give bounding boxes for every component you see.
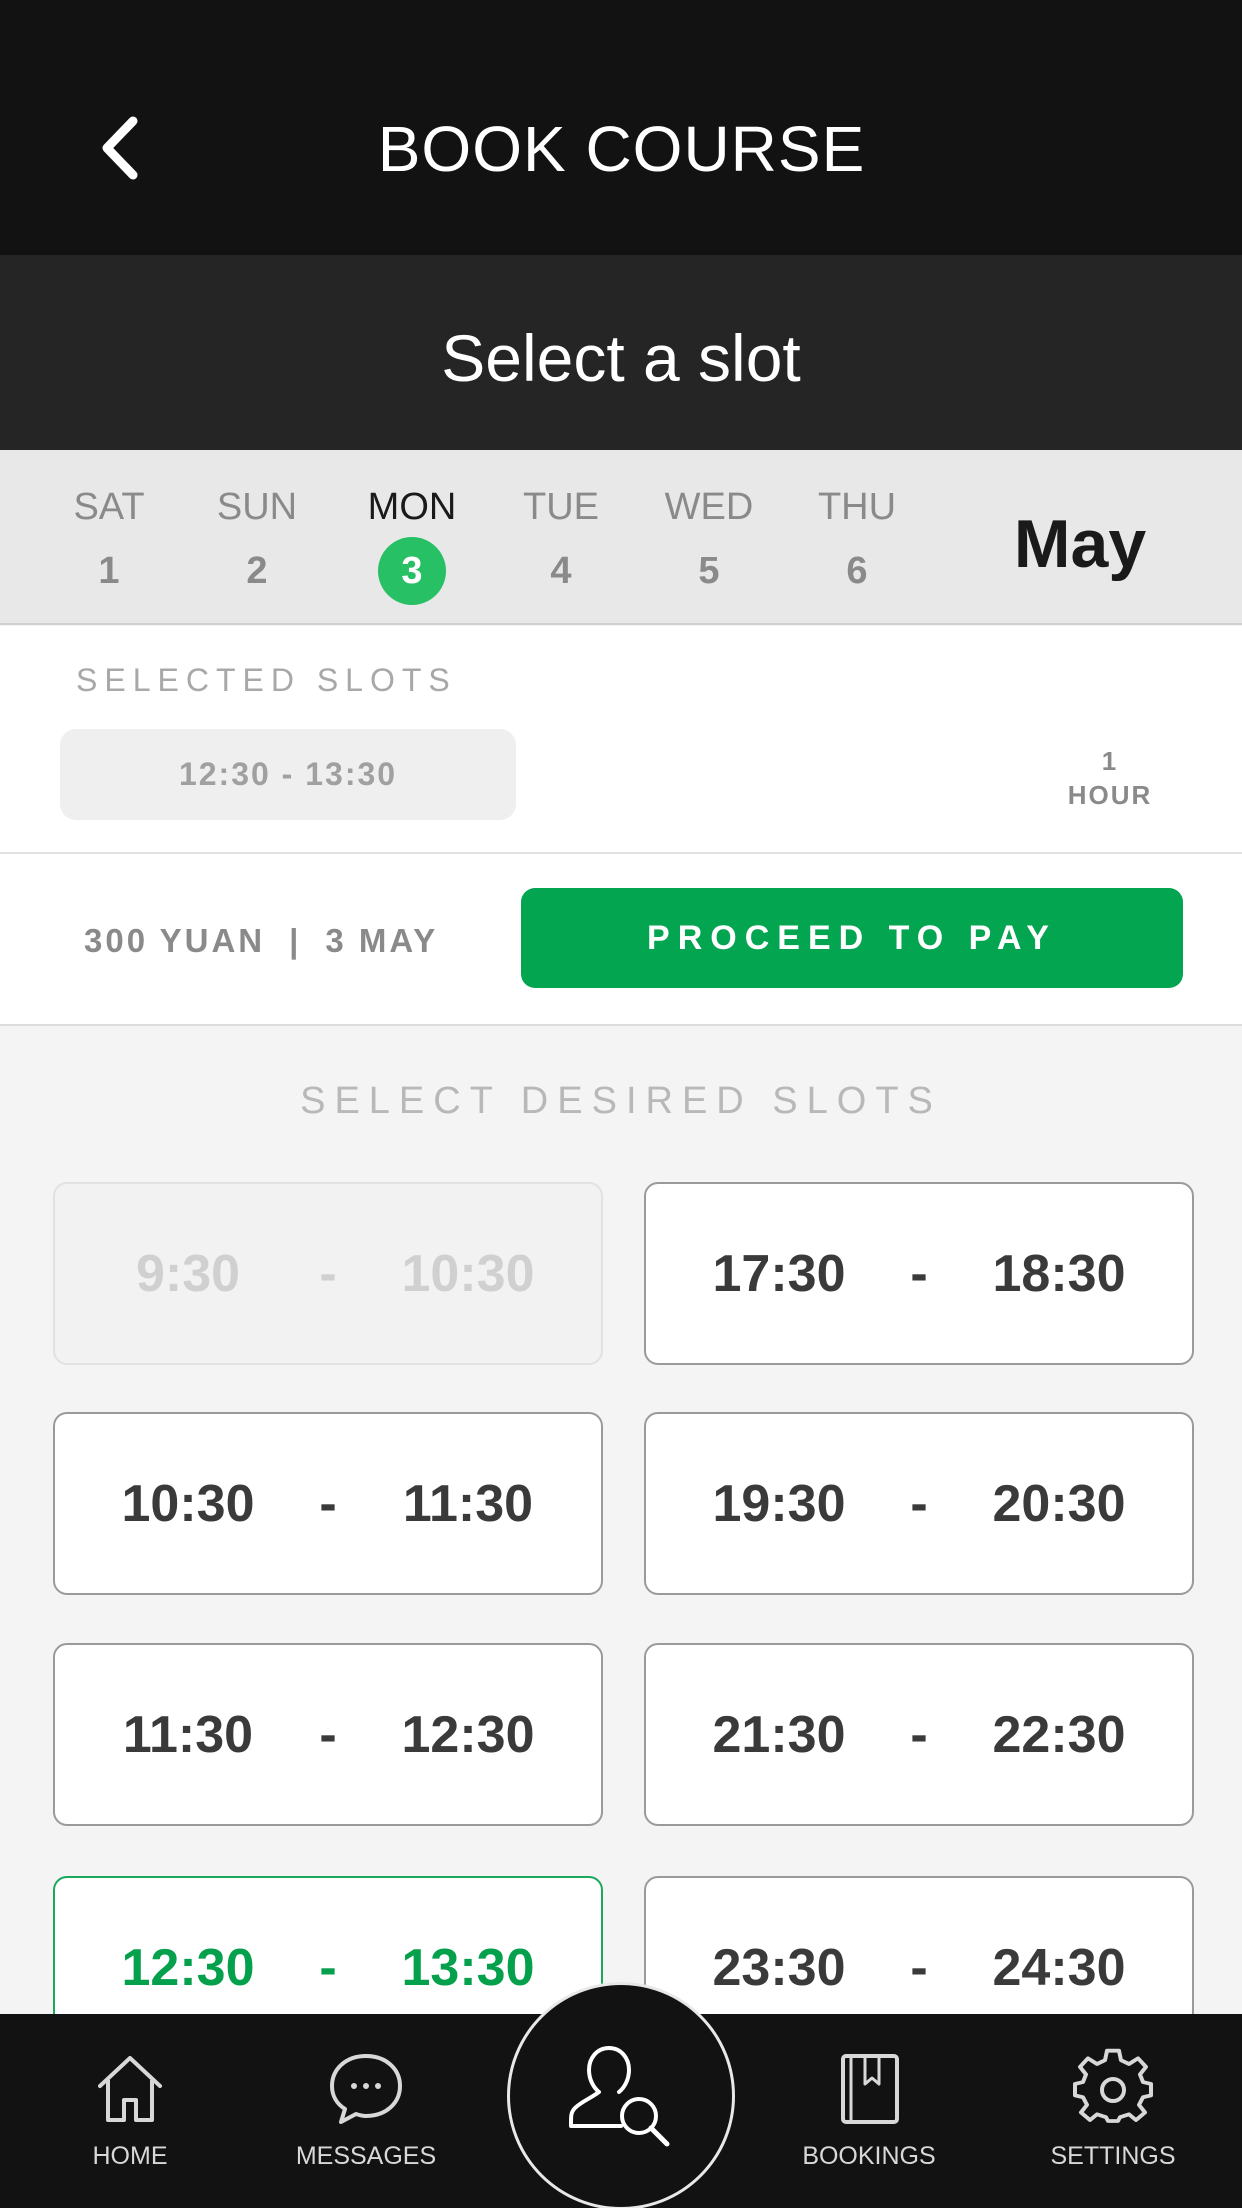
day-item-mon[interactable]: MON 3 (352, 483, 472, 605)
slot-option[interactable]: 17:30 - 18:30 (644, 1182, 1194, 1365)
slot-start: 10:30 (121, 1474, 255, 1533)
duration-label: 1 HOUR (1040, 744, 1180, 812)
price-summary: 300 YUAN | 3 MAY (84, 922, 438, 960)
nav-label: BOOKINGS (802, 2142, 936, 2170)
selected-slot-chip[interactable]: 12:30 - 13:30 (60, 729, 516, 820)
price-amount: 300 YUAN (84, 922, 266, 959)
nav-messages[interactable]: MESSAGES (256, 2048, 476, 2171)
slot-start: 9:30 (135, 1244, 241, 1303)
slot-end: 20:30 (992, 1474, 1126, 1533)
subheader-title: Select a slot (441, 321, 801, 395)
slot-end: 24:30 (992, 1938, 1126, 1997)
day-name: SUN (216, 486, 298, 528)
slot-end: 12:30 (401, 1705, 535, 1764)
slot-start: 19:30 (712, 1474, 846, 1533)
nav-label: MESSAGES (295, 2142, 437, 2170)
slot-option[interactable]: 21:30 - 22:30 (644, 1643, 1194, 1826)
nav-label: SETTINGS (1050, 2142, 1176, 2170)
day-name: MON (367, 486, 457, 528)
user-search-icon (569, 2046, 670, 2147)
nav-settings[interactable]: SETTINGS (1003, 2048, 1223, 2171)
nav-home[interactable]: HOME (20, 2048, 240, 2171)
home-icon (98, 2056, 162, 2122)
day-name: THU (817, 486, 897, 528)
day-item-sat[interactable]: SAT 1 (49, 483, 169, 605)
day-number: 5 (698, 550, 720, 592)
page-title: BOOK COURSE (377, 113, 866, 185)
slot-dash: - (910, 1474, 928, 1533)
slot-end: 18:30 (992, 1244, 1126, 1303)
slot-dash: - (910, 1938, 928, 1997)
day-number: 4 (550, 550, 572, 592)
slot-option[interactable]: 10:30 - 11:30 (53, 1412, 603, 1595)
select-desired-slots-label: SELECT DESIRED SLOTS (300, 1080, 942, 1122)
find-coach-button[interactable] (507, 1982, 735, 2208)
duration-value: 1 (1101, 746, 1119, 776)
day-number: 2 (246, 550, 268, 592)
proceed-to-pay-button[interactable]: PROCEED TO PAY (521, 888, 1183, 988)
duration-unit: HOUR (1067, 780, 1153, 810)
slot-option[interactable]: 11:30 - 12:30 (53, 1643, 603, 1826)
slot-option-disabled: 9:30 - 10:30 (53, 1182, 603, 1365)
gear-icon (1073, 2048, 1153, 2123)
slot-start: 17:30 (712, 1244, 846, 1303)
price-separator: | (289, 922, 302, 959)
slot-end: 13:30 (401, 1938, 535, 1997)
day-item-wed[interactable]: WED 5 (649, 483, 769, 605)
price-date: 3 MAY (325, 922, 439, 959)
nav-bookings[interactable]: BOOKINGS (759, 2048, 979, 2171)
day-item-thu[interactable]: THU 6 (797, 483, 917, 605)
slot-end: 22:30 (992, 1705, 1126, 1764)
slot-start: 21:30 (712, 1705, 846, 1764)
slot-dash: - (910, 1244, 928, 1303)
slot-dash: - (319, 1938, 337, 1997)
day-item-sun[interactable]: SUN 2 (197, 483, 317, 605)
book-icon (841, 2054, 899, 2124)
day-name: SAT (73, 486, 145, 528)
slot-start: 11:30 (122, 1705, 254, 1764)
slot-end: 11:30 (402, 1474, 534, 1533)
slot-start: 23:30 (712, 1938, 846, 1997)
chat-bubble-icon (330, 2054, 402, 2124)
day-number: 6 (846, 550, 868, 592)
day-number-selected: 3 (378, 537, 446, 605)
slot-dash: - (319, 1705, 337, 1764)
month-label: May (1013, 506, 1147, 582)
slot-start: 12:30 (121, 1938, 255, 1997)
day-item-tue[interactable]: TUE 4 (501, 483, 621, 605)
slot-dash: - (319, 1474, 337, 1533)
day-name: TUE (523, 486, 599, 528)
nav-label: HOME (92, 2142, 168, 2170)
slot-dash: - (910, 1705, 928, 1764)
slot-end: 10:30 (401, 1244, 535, 1303)
slot-dash: - (319, 1244, 337, 1303)
slot-option[interactable]: 19:30 - 20:30 (644, 1412, 1194, 1595)
selected-slots-label: SELECTED SLOTS (76, 662, 457, 698)
day-name: WED (664, 486, 754, 528)
day-number: 1 (98, 550, 120, 592)
